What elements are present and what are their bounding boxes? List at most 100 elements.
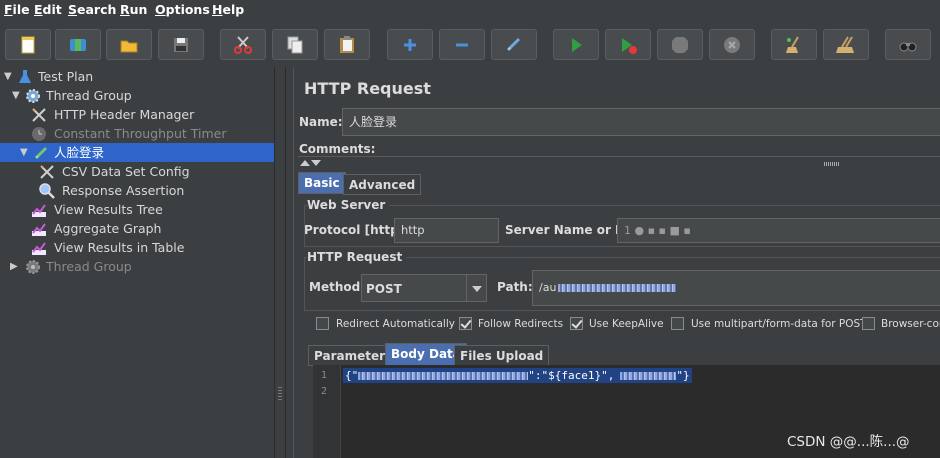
tree-item-constant-throughput-timer[interactable]: Constant Throughput Timer — [0, 124, 274, 143]
shutdown-button[interactable] — [709, 29, 755, 60]
resize-grip-icon[interactable] — [824, 162, 840, 166]
method-select[interactable]: POST — [361, 274, 487, 302]
browser-compatible-label: Browser-com — [881, 318, 940, 330]
server-name-label: Server Name or IP: — [505, 223, 634, 237]
expand-arrow-icon[interactable]: ▶ — [10, 257, 22, 276]
http-request-group-title: HTTP Request — [307, 250, 407, 264]
toolbar — [0, 20, 940, 68]
stop-button[interactable] — [657, 29, 703, 60]
new-button[interactable] — [5, 29, 51, 60]
clear-icon — [786, 35, 799, 53]
toggle-icon — [506, 37, 521, 51]
path-value: /au — [539, 281, 557, 294]
test-plan-icon — [19, 70, 31, 83]
test-plan-tree: ▼ Test Plan ▼ Thread Group HTTP Header M… — [0, 67, 274, 458]
paste-button[interactable] — [324, 29, 370, 60]
tree-item-thread-group[interactable]: ▼ Thread Group — [0, 86, 274, 105]
line-number: 1 — [321, 370, 328, 381]
templates-button[interactable] — [55, 29, 101, 60]
start-button[interactable] — [553, 29, 599, 60]
shutdown-icon — [724, 36, 740, 53]
use-keepalive-checkbox[interactable] — [570, 317, 583, 330]
comments-label: Comments: — [299, 142, 376, 156]
method-value: POST — [366, 282, 402, 296]
menu-help[interactable]: Help — [212, 2, 244, 17]
tree-item-test-plan[interactable]: ▼ Test Plan — [0, 67, 274, 86]
tree-item-view-results-in-table[interactable]: View Results in Table — [0, 238, 274, 257]
split-pane-divider[interactable] — [274, 67, 286, 458]
watermark: CSDN @@...陈...@ — [787, 434, 910, 450]
web-server-title: Web Server — [307, 198, 390, 212]
redirect-automatically-checkbox[interactable] — [316, 317, 329, 330]
tree-item-aggregate-graph[interactable]: Aggregate Graph — [0, 219, 274, 238]
path-field[interactable]: /au — [532, 270, 940, 306]
follow-redirects-label: Follow Redirects — [478, 318, 564, 330]
body-code-line[interactable]: {" ":"${face1}", "} — [343, 368, 692, 383]
toggle-button[interactable] — [491, 29, 537, 60]
collapse-arrow-icon[interactable]: ▼ — [4, 67, 16, 86]
collapse-arrow-icon[interactable]: ▼ — [20, 143, 32, 162]
menu-file[interactable]: File — [4, 2, 30, 17]
comments-divider[interactable] — [298, 156, 940, 166]
menu-edit[interactable]: Edit — [34, 2, 62, 17]
collapse-icon — [456, 43, 468, 46]
listener-icon — [32, 223, 46, 236]
paste-icon — [340, 35, 354, 53]
splitter-grip-icon[interactable] — [278, 387, 282, 401]
config-tool-icon — [40, 165, 54, 179]
start-icon — [572, 37, 582, 52]
follow-redirects-checkbox[interactable] — [459, 317, 472, 330]
listener-icon — [32, 242, 46, 255]
copy-button[interactable] — [272, 29, 318, 60]
clear-all-icon — [836, 35, 854, 53]
expand-up-icon[interactable] — [300, 160, 310, 166]
collapse-button[interactable] — [439, 29, 485, 60]
name-field[interactable]: 人脸登录 — [342, 108, 940, 136]
tree-item-view-results-tree[interactable]: View Results Tree — [0, 200, 274, 219]
multipart-form-data-label: Use multipart/form-data for POST — [691, 318, 867, 330]
multipart-form-data-checkbox[interactable] — [671, 317, 684, 330]
menu-run[interactable]: Run — [120, 2, 147, 17]
name-label: Name: — [299, 115, 343, 129]
save-icon — [174, 37, 188, 52]
http-request-panel: HTTP Request Name: 人脸登录 Comments: Basic … — [286, 67, 940, 458]
templates-icon — [70, 38, 86, 51]
tree-item-thread-group-disabled[interactable]: ▶ Thread Group — [0, 257, 274, 276]
cut-button[interactable] — [220, 29, 266, 60]
tree-item-http-header-manager[interactable]: HTTP Header Manager — [0, 105, 274, 124]
cut-icon — [234, 35, 252, 54]
protocol-field[interactable]: http — [394, 218, 499, 243]
browser-compatible-checkbox[interactable] — [862, 317, 875, 330]
server-name-field[interactable]: 1 ● ▪ ▪ ■ ▪ — [617, 218, 940, 243]
config-tool-icon — [32, 108, 46, 122]
tab-basic[interactable]: Basic — [298, 172, 346, 194]
expand-button[interactable] — [387, 29, 433, 60]
start-no-pauses-icon — [622, 37, 637, 54]
search-button[interactable] — [885, 29, 931, 60]
menu-search[interactable]: Search — [68, 2, 116, 17]
search-icon — [899, 42, 917, 51]
collapse-arrow-icon[interactable]: ▼ — [12, 86, 24, 105]
chevron-down-icon[interactable] — [466, 275, 486, 301]
new-icon — [21, 36, 35, 53]
collapse-down-icon[interactable] — [311, 160, 321, 166]
tree-item-http-request-selected[interactable]: ▼ 人脸登录 — [0, 143, 274, 162]
save-button[interactable] — [158, 29, 204, 60]
tab-advanced[interactable]: Advanced — [343, 174, 422, 195]
method-label: Method: — [309, 280, 365, 294]
tree-item-response-assertion[interactable]: Response Assertion — [0, 181, 274, 200]
open-button[interactable] — [106, 29, 152, 60]
menu-bar: File Edit Search Run Options Help — [0, 0, 940, 20]
open-icon — [120, 40, 138, 52]
stop-icon — [672, 36, 688, 53]
use-keepalive-label: Use KeepAlive — [589, 318, 664, 330]
tree-item-csv-data-set-config[interactable]: CSV Data Set Config — [0, 162, 274, 181]
tab-files-upload[interactable]: Files Upload — [454, 345, 550, 366]
path-label: Path: — [497, 280, 533, 294]
clear-all-button[interactable] — [823, 29, 869, 60]
redirect-automatically-label: Redirect Automatically — [336, 318, 455, 330]
copy-icon — [287, 36, 303, 53]
clear-button[interactable] — [771, 29, 817, 60]
start-no-pauses-button[interactable] — [605, 29, 651, 60]
menu-options[interactable]: Options — [155, 2, 210, 17]
